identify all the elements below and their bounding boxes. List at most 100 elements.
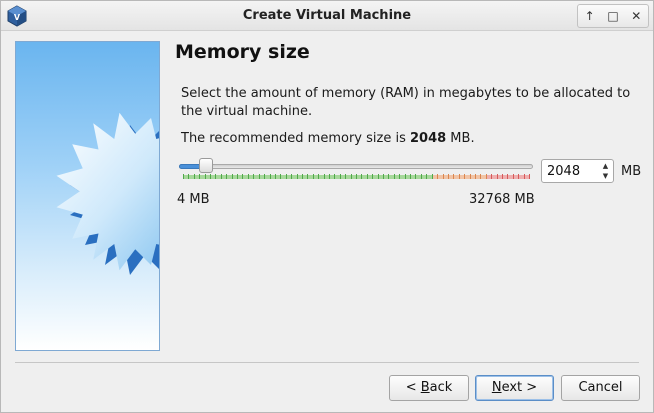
separator xyxy=(15,362,639,363)
slider-tick xyxy=(199,174,201,179)
slider-tick xyxy=(350,174,352,179)
slider-tick xyxy=(496,174,498,179)
memory-spinbox[interactable]: ▲ ▼ xyxy=(541,159,614,183)
slider-tick xyxy=(253,174,255,179)
memory-unit-label: MB xyxy=(621,164,642,179)
slider-tick xyxy=(220,174,222,179)
slider-tick xyxy=(442,174,444,179)
spin-up-icon[interactable]: ▲ xyxy=(599,161,612,171)
maximize-icon[interactable]: □ xyxy=(601,5,624,27)
minimize-icon[interactable]: ↑ xyxy=(578,5,601,27)
slider-tick xyxy=(426,174,428,179)
slider-max-label: 32768 MB xyxy=(469,192,535,207)
slider-tick xyxy=(210,174,212,179)
slider-tick xyxy=(480,174,482,179)
back-mnemonic: B xyxy=(420,380,430,395)
slider-handle[interactable] xyxy=(199,158,214,173)
next-mnemonic: N xyxy=(491,380,502,395)
slider-tick xyxy=(274,174,276,179)
page-title: Memory size xyxy=(175,41,310,63)
slider-tick xyxy=(485,174,487,179)
window-controls: ↑ □ ✕ xyxy=(577,4,649,28)
slider-min-label: 4 MB xyxy=(177,192,210,207)
slider-tick xyxy=(464,174,466,179)
slider-tick xyxy=(523,174,525,179)
spin-down-icon[interactable]: ▼ xyxy=(599,171,612,181)
slider-zone-orange xyxy=(432,175,488,179)
slider-tick xyxy=(458,174,460,179)
slider-tick xyxy=(296,174,298,179)
cancel-button[interactable]: Cancel xyxy=(561,375,640,401)
slider-tick xyxy=(366,174,368,179)
slider-tick xyxy=(318,174,320,179)
slider-tick xyxy=(420,174,422,179)
next-rest: ext > xyxy=(501,380,538,395)
slider-tick xyxy=(183,174,184,179)
close-icon[interactable]: ✕ xyxy=(625,5,648,27)
slider-tick xyxy=(383,174,385,179)
recommend-suffix: MB. xyxy=(446,131,475,146)
slider-scale xyxy=(183,174,530,180)
slider-tick xyxy=(188,174,190,179)
slider-tick xyxy=(410,174,412,179)
slider-tick xyxy=(491,174,493,179)
starburst-graphic xyxy=(56,112,159,275)
slider-tick xyxy=(193,174,195,179)
slider-tick xyxy=(328,174,330,179)
slider-tick xyxy=(291,174,293,179)
slider-tick xyxy=(437,174,439,179)
title-bar: V Create Virtual Machine ↑ □ ✕ xyxy=(1,1,653,31)
back-button[interactable]: < Back xyxy=(389,375,469,401)
slider-tick xyxy=(518,174,520,179)
next-button[interactable]: Next > xyxy=(475,375,554,401)
slider-groove[interactable] xyxy=(179,164,533,169)
back-rest: ack xyxy=(429,380,453,395)
slider-tick xyxy=(361,174,363,179)
window-title: Create Virtual Machine xyxy=(242,8,412,23)
slider-tick xyxy=(258,174,260,179)
slider-tick xyxy=(453,174,455,179)
slider-tick xyxy=(377,174,379,179)
slider-tick xyxy=(404,174,406,179)
slider-tick xyxy=(447,174,449,179)
memory-slider[interactable] xyxy=(177,157,535,181)
slider-tick xyxy=(280,174,282,179)
slider-tick xyxy=(242,174,244,179)
description-text: Select the amount of memory (RAM) in meg… xyxy=(181,86,631,119)
slider-tick xyxy=(388,174,390,179)
slider-tick xyxy=(415,174,417,179)
slider-tick xyxy=(334,174,336,179)
create-vm-dialog: V Create Virtual Machine ↑ □ ✕ Memory si… xyxy=(0,0,654,413)
recommended-memory-text: The recommended memory size is 2048 MB. xyxy=(181,131,475,146)
slider-tick xyxy=(507,174,509,179)
slider-tick xyxy=(247,174,249,179)
slider-tick xyxy=(301,174,303,179)
slider-tick xyxy=(529,174,530,179)
slider-tick xyxy=(269,174,271,179)
slider-tick xyxy=(323,174,325,179)
slider-tick xyxy=(469,174,471,179)
slider-tick xyxy=(339,174,341,179)
slider-tick xyxy=(512,174,514,179)
back-prefix: < xyxy=(405,380,421,395)
slider-tick xyxy=(285,174,287,179)
slider-tick xyxy=(345,174,347,179)
slider-tick xyxy=(431,174,433,179)
slider-tick xyxy=(474,174,476,179)
slider-tick xyxy=(237,174,239,179)
slider-tick xyxy=(226,174,228,179)
recommend-prefix: The recommended memory size is xyxy=(181,131,410,146)
slider-tick xyxy=(307,174,309,179)
slider-tick xyxy=(372,174,374,179)
slider-tick xyxy=(399,174,401,179)
slider-tick xyxy=(215,174,217,179)
memory-input[interactable] xyxy=(542,160,600,182)
slider-tick xyxy=(312,174,314,179)
slider-tick xyxy=(204,174,206,179)
slider-tick xyxy=(393,174,395,179)
slider-tick xyxy=(501,174,503,179)
wizard-side-image xyxy=(15,41,160,351)
slider-tick xyxy=(356,174,357,179)
slider-tick xyxy=(264,174,266,179)
slider-tick xyxy=(231,174,233,179)
